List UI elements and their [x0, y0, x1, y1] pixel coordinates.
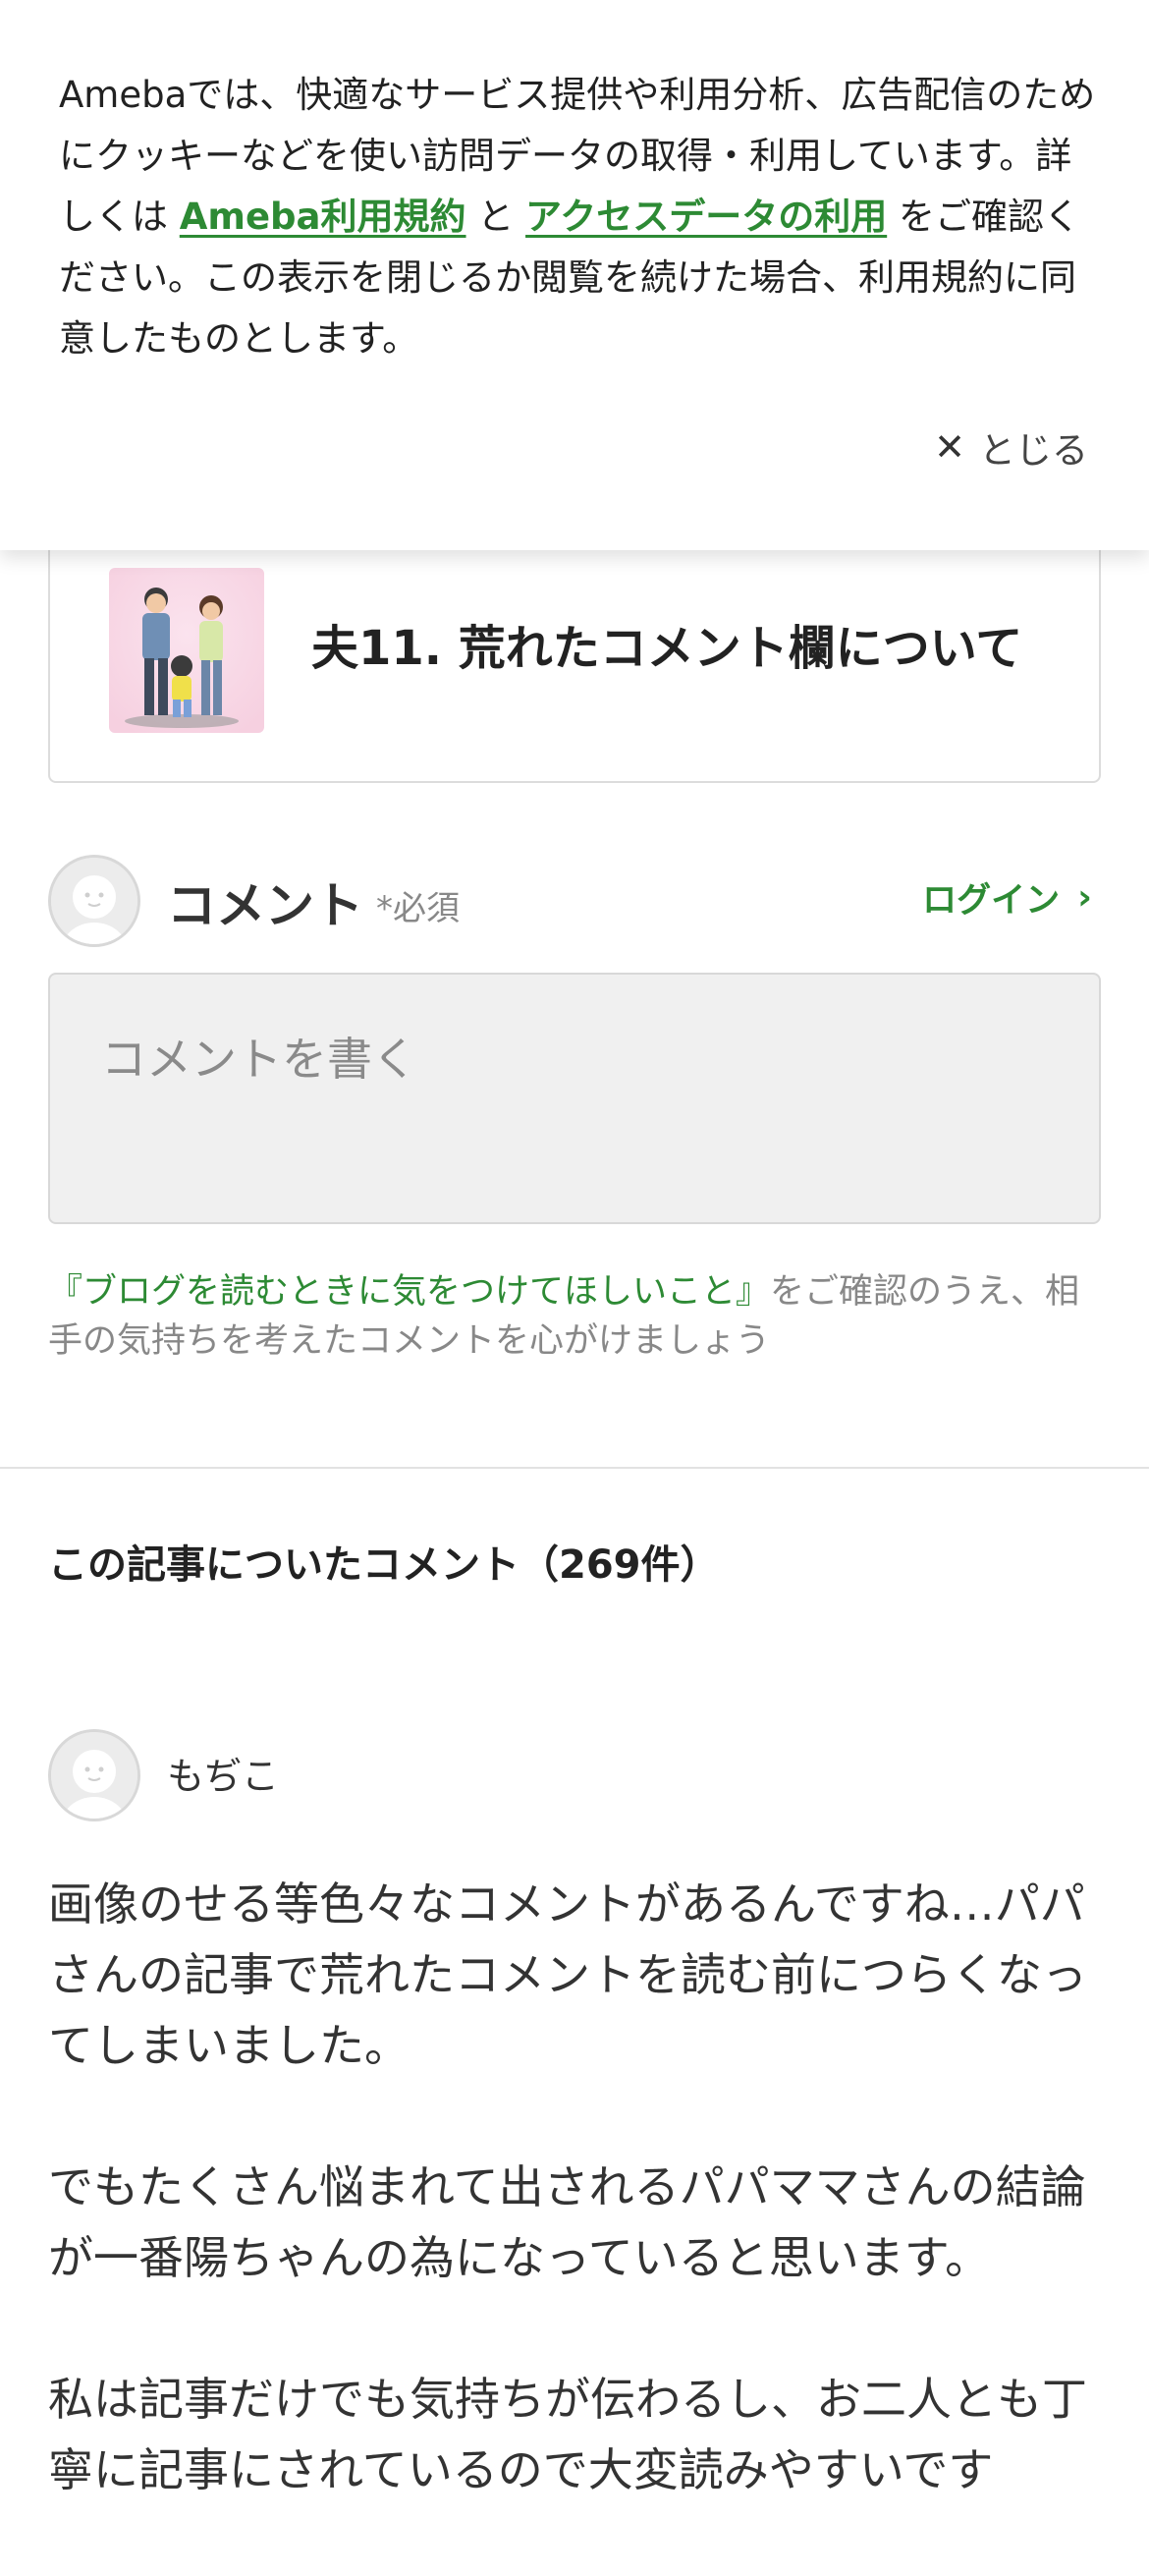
guideline-link[interactable]: 『ブログを読むときに気をつけてほしいこと』: [48, 1272, 770, 1312]
comment-guideline-notice: 『ブログを読むときに気をつけてほしいこと』をご確認のうえ、相手の気持ちを考えたコ…: [48, 1267, 1109, 1366]
article-title: 夫11. 荒れたコメント欄について: [311, 621, 1023, 676]
comment-paragraph: 画像のせる等色々なコメントがあるんですね…パパさんの記事で荒れたコメントを読む前…: [48, 1877, 1087, 2072]
commenter-avatar[interactable]: [48, 1729, 140, 1821]
comments-heading: この記事についたコメント（269件）: [48, 1542, 720, 1588]
commenter-name[interactable]: もぢこ: [167, 1746, 279, 1800]
login-label: ログイン: [922, 881, 1061, 921]
cookie-consent-text: Amebaでは、快適なサービス提供や利用分析、広告配信のためにクッキーなどを使い…: [59, 65, 1100, 369]
comment-paragraph: でもたくさん悩まれて出されるパパママさんの結論が一番陽ちゃんの為になっていると思…: [48, 2160, 1086, 2284]
ameba-terms-link[interactable]: Ameba利用規約: [180, 196, 466, 238]
close-icon: ✕: [934, 425, 965, 469]
comment-label: コメント: [167, 877, 363, 934]
close-label: とじる: [979, 429, 1088, 472]
access-data-link[interactable]: アクセスデータの利用: [525, 196, 887, 238]
comment-paragraph: 私は記事だけでも気持ちが伝わるし、お二人とも丁寧に記事にされているので大変読みや…: [48, 2373, 1087, 2496]
article-thumbnail-image: [109, 568, 264, 733]
cookie-text-part2: と: [465, 196, 526, 238]
close-banner-button[interactable]: ✕ とじる: [934, 413, 1088, 481]
required-mark: *必須: [376, 889, 460, 928]
user-avatar: [48, 855, 140, 947]
chevron-right-icon: ›: [1077, 877, 1092, 918]
cookie-consent-banner: Amebaでは、快適なサービス提供や利用分析、広告配信のためにクッキーなどを使い…: [0, 0, 1149, 550]
comment-body: 画像のせる等色々なコメントがあるんですね…パパさんの記事で荒れたコメントを読む前…: [48, 1869, 1109, 2576]
comment-input[interactable]: [48, 973, 1101, 1224]
section-divider: [0, 1467, 1149, 1469]
login-link[interactable]: ログイン ›: [922, 872, 1092, 923]
